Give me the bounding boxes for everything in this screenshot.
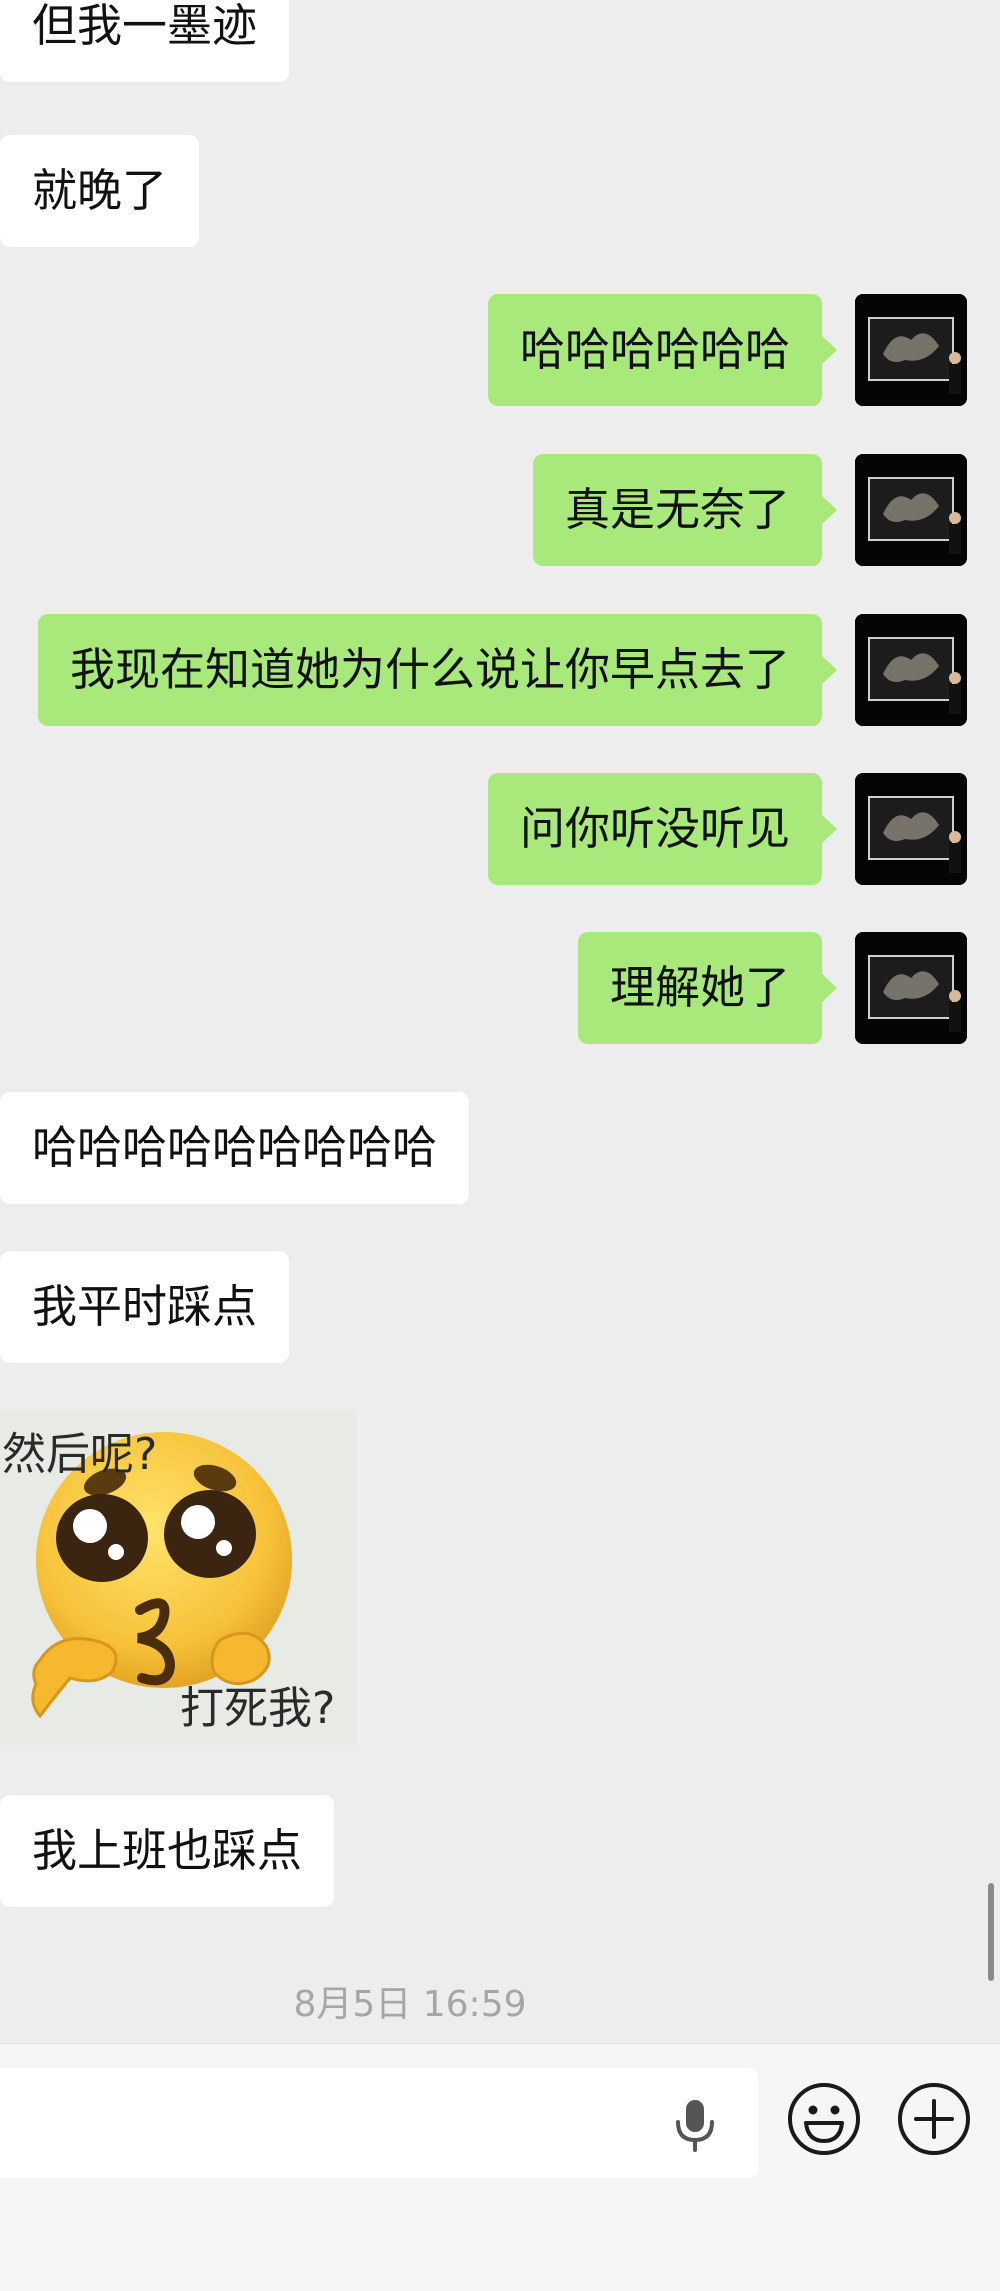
message-incoming[interactable]: 我上班也踩点 <box>0 1795 335 1907</box>
scrollbar[interactable] <box>988 1883 994 1981</box>
smiley-icon[interactable] <box>786 2081 862 2157</box>
message-outgoing[interactable]: 理解她了 <box>577 932 838 1044</box>
user-avatar[interactable] <box>855 294 967 406</box>
message-outgoing[interactable]: 问你听没听见 <box>487 773 838 885</box>
message-outgoing[interactable]: 哈哈哈哈哈哈 <box>487 294 838 406</box>
chat-area[interactable]: 但我一墨迹 就晚了 哈哈哈哈哈哈 真是无奈了 我现在知道她为什么说让你早点去了 … <box>0 0 1000 2040</box>
message-outgoing[interactable]: 我现在知道她为什么说让你早点去了 <box>37 614 838 726</box>
sticker-caption-top: 然后呢? <box>2 1429 158 1480</box>
message-incoming[interactable]: 哈哈哈哈哈哈哈哈哈 <box>0 1092 470 1204</box>
sticker-message[interactable]: 然后呢? 打死我? <box>0 1410 357 1746</box>
user-avatar[interactable] <box>855 614 967 726</box>
message-incoming[interactable]: 但我一墨迹 <box>0 0 290 82</box>
microphone-icon[interactable] <box>672 2098 718 2152</box>
message-outgoing[interactable]: 真是无奈了 <box>532 454 838 566</box>
input-bar <box>0 2043 1000 2291</box>
message-incoming[interactable]: 就晚了 <box>0 135 200 247</box>
message-incoming[interactable]: 我平时踩点 <box>0 1251 290 1363</box>
user-avatar[interactable] <box>855 454 967 566</box>
message-timestamp: 8月5日 16:59 <box>293 1984 527 2025</box>
sticker-caption-bottom: 打死我? <box>180 1683 336 1734</box>
plus-circle-icon[interactable] <box>896 2081 972 2157</box>
user-avatar[interactable] <box>855 932 967 1044</box>
message-input[interactable] <box>0 2068 758 2178</box>
user-avatar[interactable] <box>855 773 967 885</box>
